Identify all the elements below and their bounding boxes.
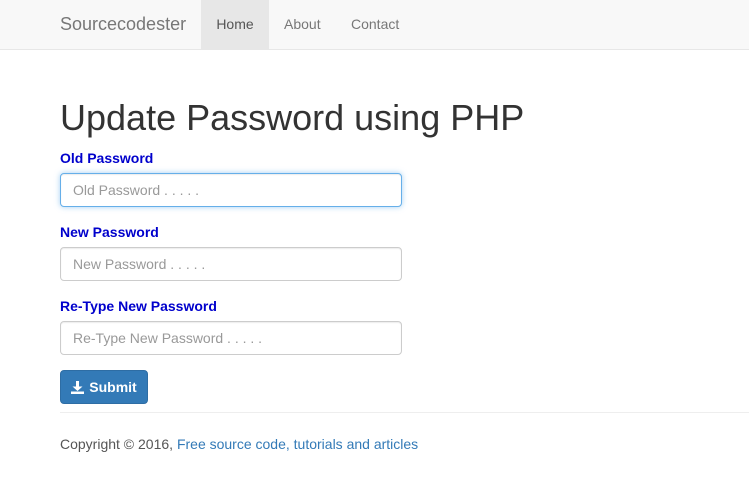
new-password-label: New Password <box>60 224 159 240</box>
new-password-input[interactable] <box>60 247 402 281</box>
copyright-text: Copyright © 2016, <box>60 436 174 452</box>
footer-divider <box>60 412 749 413</box>
download-icon <box>71 380 85 394</box>
retype-password-label: Re-Type New Password <box>60 298 217 314</box>
page-title: Update Password using PHP <box>60 97 525 138</box>
navbar: Sourcecodester Home About Contact <box>0 0 749 50</box>
brand-link[interactable]: Sourcecodester <box>60 14 186 34</box>
old-password-input[interactable] <box>60 173 402 207</box>
nav-home[interactable]: Home <box>201 0 269 49</box>
footer-link[interactable]: Free source code, tutorials and articles <box>177 436 418 452</box>
old-password-label: Old Password <box>60 150 154 166</box>
footer: Copyright © 2016, Free source code, tuto… <box>60 436 418 452</box>
retype-password-input[interactable] <box>60 321 402 355</box>
nav-about[interactable]: About <box>269 0 336 49</box>
nav-contact[interactable]: Contact <box>336 0 414 49</box>
submit-button[interactable]: Submit <box>60 370 148 404</box>
submit-label: Submit <box>89 379 137 395</box>
